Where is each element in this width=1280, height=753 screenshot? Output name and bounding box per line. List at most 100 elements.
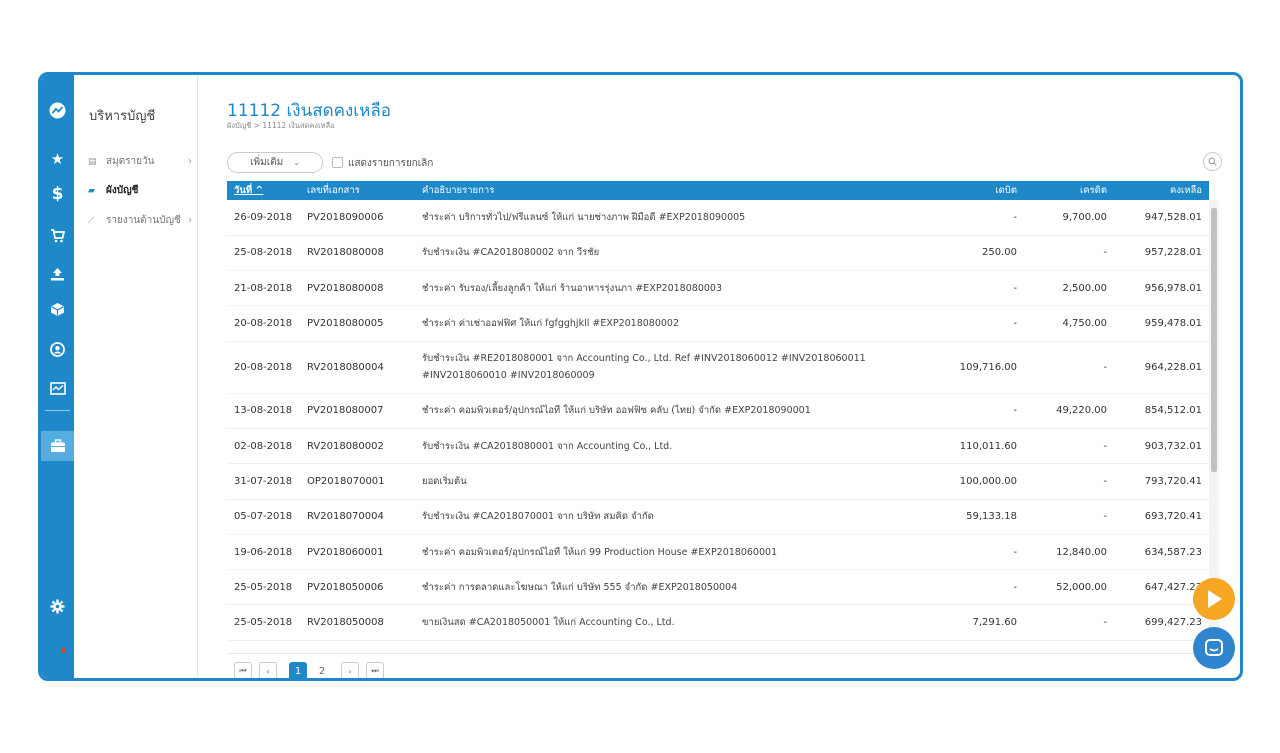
cell-credit: 12,840.00: [1024, 534, 1114, 571]
pagination: ⏮ ‹ 1 2 › ⏭: [227, 653, 1209, 678]
book-icon: ▤: [88, 156, 97, 167]
cell-document-no: PV2018080007: [300, 393, 415, 429]
cell-date: 25-05-2018: [227, 569, 300, 606]
cell-debit: -: [878, 200, 1024, 236]
cell-date: 05-07-2018: [227, 499, 300, 535]
rail-divider: [45, 410, 70, 411]
dollar-icon[interactable]: $: [41, 181, 74, 207]
cell-date: 26-09-2018: [227, 200, 300, 236]
chevron-right-icon: ›: [188, 156, 192, 167]
cell-balance: 959,478.01: [1114, 305, 1209, 342]
table-row[interactable]: 26-09-2018 PV2018090006 ชำระค่า บริการทั่ว…: [227, 200, 1209, 236]
cell-date: 02-08-2018: [227, 428, 300, 465]
cell-credit: -: [1024, 341, 1114, 394]
table-row[interactable]: 25-05-2018 RV2018050008 ขายเงินสด #CA20180…: [227, 604, 1209, 641]
table-row[interactable]: 05-07-2018 RV2018070004 รับชำระเงิน #CA201…: [227, 499, 1209, 535]
cell-date: 31-07-2018: [227, 463, 300, 500]
folder-icon: ▰: [88, 185, 95, 196]
cell-debit: 110,011.60: [878, 428, 1024, 465]
cart-icon[interactable]: [41, 223, 74, 249]
sidebar-item-chart-of-accounts[interactable]: ▰ ผังบัญชี: [88, 183, 192, 198]
cell-document-no: RV2018080004: [300, 341, 415, 394]
table-row[interactable]: 19-06-2018 PV2018060001 ชำระค่า คอมพิวเตอร…: [227, 534, 1209, 571]
table-row[interactable]: 25-05-2018 PV2018050006 ชำระค่า การตลาดและ…: [227, 569, 1209, 606]
column-header-document-no[interactable]: เลขที่เอกสาร: [300, 181, 415, 200]
scrollbar-thumb[interactable]: [1211, 208, 1217, 472]
table-row[interactable]: 25-08-2018 RV2018080008 รับชำระเงิน #CA201…: [227, 235, 1209, 272]
cell-description: ชำระค่า ค่าเช่าออฟฟิศ ให้แก่ fgfgghjkll …: [415, 305, 878, 342]
cell-balance: 964,228.01: [1114, 341, 1209, 394]
add-more-dropdown[interactable]: เพิ่มเติม ⌄: [227, 152, 323, 173]
table-row[interactable]: 20-08-2018 RV2018080004 รับชำระเงิน #RE201…: [227, 341, 1209, 394]
icon-rail: ★ $: [41, 75, 74, 678]
column-header-balance[interactable]: คงเหลือ: [1114, 181, 1209, 200]
dashboard-icon[interactable]: [41, 97, 74, 123]
chart-icon: ⟋: [88, 215, 95, 226]
cell-document-no: PV2018060001: [300, 534, 415, 571]
cell-credit: -: [1024, 428, 1114, 465]
cell-balance: 956,978.01: [1114, 270, 1209, 307]
prev-page-button[interactable]: ‹: [259, 662, 277, 678]
chevron-right-icon: ›: [188, 215, 192, 226]
star-icon[interactable]: ★: [41, 146, 74, 172]
cell-description: รับชำระเงิน #CA2018070001 จาก บริษัท สมค…: [415, 499, 878, 535]
chat-button[interactable]: [1193, 627, 1235, 669]
cell-document-no: RV2018080008: [300, 235, 415, 272]
cell-document-no: RV2018050008: [300, 604, 415, 641]
table-row[interactable]: 21-08-2018 PV2018080008 ชำระค่า รับรอง/เลี…: [227, 270, 1209, 307]
cell-balance: 957,228.01: [1114, 235, 1209, 272]
table-row[interactable]: 13-08-2018 PV2018080007 ชำระค่า คอมพิวเตอร…: [227, 393, 1209, 429]
table-row[interactable]: 31-07-2018 OP2018070001 ยอดเริ่มต้น 100,000…: [227, 463, 1209, 500]
cell-document-no: PV2018080005: [300, 305, 415, 342]
sidebar-title: บริหารบัญชี: [89, 109, 156, 124]
table-header-row: วันที่ ^ เลขที่เอกสาร คำอธิบายรายการ เดบ…: [227, 181, 1209, 200]
column-header-date[interactable]: วันที่ ^: [227, 181, 300, 200]
cell-credit: 2,500.00: [1024, 270, 1114, 307]
add-more-label: เพิ่มเติม: [250, 157, 284, 168]
cell-debit: -: [878, 393, 1024, 429]
cell-balance: 793,720.41: [1114, 463, 1209, 500]
sidebar-item-label: รายงานด้านบัญชี: [106, 215, 181, 226]
column-header-credit[interactable]: เครดิต: [1024, 181, 1114, 200]
sidebar-item-accounting-reports[interactable]: ⟋ รายงานด้านบัญชี ›: [88, 213, 192, 228]
contact-icon[interactable]: [41, 336, 74, 362]
page-1-button[interactable]: 1: [289, 662, 307, 678]
cell-balance: 854,512.01: [1114, 393, 1209, 429]
show-cancelled-checkbox[interactable]: [332, 157, 343, 168]
show-cancelled-label[interactable]: แสดงรายการยกเลิก: [348, 156, 433, 171]
cell-debit: -: [878, 305, 1024, 342]
main-content: 11112 เงินสดคงเหลือ ผังบัญชี > 11112 เงิ…: [199, 75, 1240, 678]
column-header-description[interactable]: คำอธิบายรายการ: [415, 181, 878, 200]
play-video-button[interactable]: [1193, 578, 1235, 620]
settings-icon[interactable]: [41, 593, 74, 619]
upload-icon[interactable]: [41, 261, 74, 287]
cell-date: 20-08-2018: [227, 305, 300, 342]
cell-debit: 100,000.00: [878, 463, 1024, 500]
cell-credit: -: [1024, 463, 1114, 500]
cell-date: 25-08-2018: [227, 235, 300, 272]
search-button[interactable]: [1203, 152, 1222, 171]
cell-description: ยอดเริ่มต้น: [415, 463, 878, 500]
column-header-debit[interactable]: เดบิต: [878, 181, 1024, 200]
cell-description: ชำระค่า รับรอง/เลี้ยงลูกค้า ให้แก่ ร้านอ…: [415, 270, 878, 307]
first-page-button[interactable]: ⏮: [234, 662, 252, 678]
report-icon[interactable]: [41, 375, 74, 401]
play-icon: [1208, 590, 1222, 608]
breadcrumb[interactable]: ผังบัญชี > 11112 เงินสดคงเหลือ: [227, 120, 335, 132]
box-icon[interactable]: [41, 296, 74, 322]
table-row[interactable]: 02-08-2018 RV2018080002 รับชำระเงิน #CA201…: [227, 428, 1209, 465]
table-row[interactable]: 20-08-2018 PV2018080005 ชำระค่า ค่าเช่าออฟ…: [227, 305, 1209, 342]
secondary-sidebar: บริหารบัญชี ▤ สมุดรายวัน › ▰ ผังบัญชี ⟋ …: [74, 75, 198, 678]
sidebar-item-journal[interactable]: ▤ สมุดรายวัน ›: [88, 154, 192, 169]
last-page-button[interactable]: ⏭: [366, 662, 384, 678]
cell-description: ขายเงินสด #CA2018050001 ให้แก่ Accountin…: [415, 604, 878, 641]
next-page-button[interactable]: ›: [341, 662, 359, 678]
briefcase-icon[interactable]: [41, 431, 74, 461]
cell-debit: -: [878, 534, 1024, 571]
toolbar: เพิ่มเติม ⌄ แสดงรายการยกเลิก: [227, 152, 1222, 174]
table-body: 26-09-2018 PV2018090006 ชำระค่า บริการทั่ว…: [227, 200, 1209, 641]
page-2-button[interactable]: 2: [313, 662, 331, 678]
cell-credit: 4,750.00: [1024, 305, 1114, 342]
cell-credit: -: [1024, 604, 1114, 641]
cell-description: ชำระค่า การตลาดและโฆษณา ให้แก่ บริษัท 55…: [415, 569, 878, 606]
